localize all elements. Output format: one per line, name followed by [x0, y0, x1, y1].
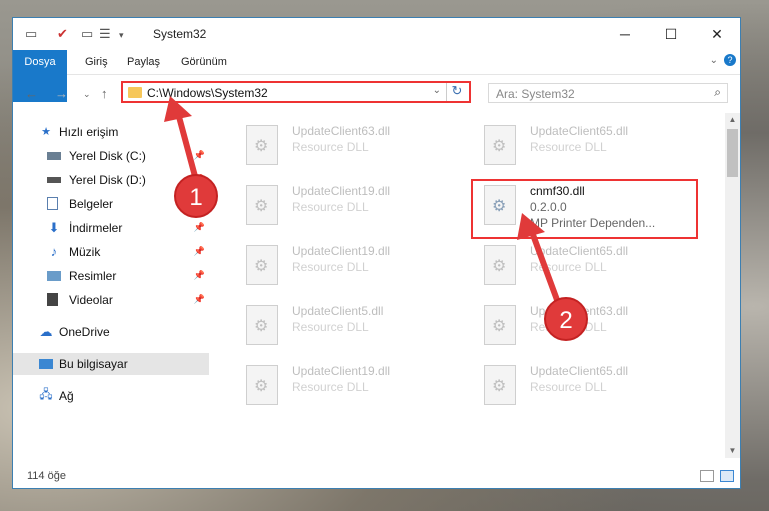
step-callout-1: 1 [174, 174, 218, 218]
step-callout-2: 2 [544, 297, 588, 341]
annotation-arrows [164, 96, 563, 311]
